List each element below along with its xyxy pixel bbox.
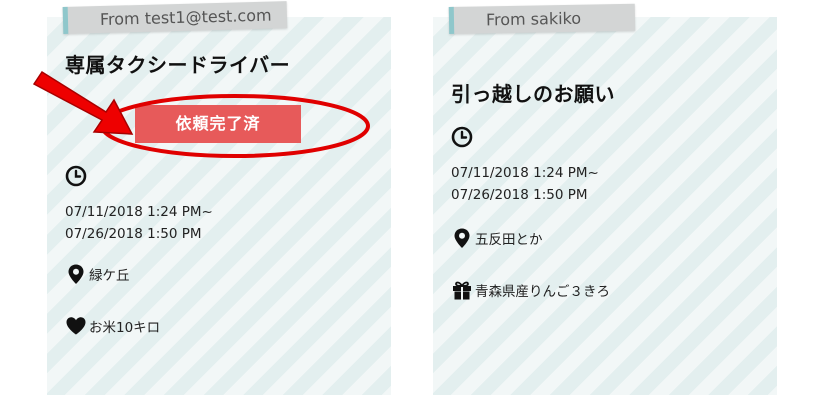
start-date: 07/11/2018 1:24 PM~	[65, 204, 213, 220]
reward-row: お米10キロ	[65, 315, 160, 337]
reward-text: 青森県産りんご３きろ	[475, 284, 610, 300]
from-tag: From sakiko	[448, 3, 636, 34]
date-range: 07/11/2018 1:24 PM~ 07/26/2018 1:50 PM	[65, 201, 213, 245]
location-text: 緑ケ丘	[89, 268, 130, 284]
location-pin-icon	[68, 264, 84, 284]
request-card-1[interactable]: From test1@test.com 専属タクシードライバー 依頼完了済 07…	[47, 1, 391, 395]
request-complete-button[interactable]: 依頼完了済	[135, 105, 301, 143]
location-row: 緑ケ丘	[65, 263, 130, 285]
gift-icon	[453, 281, 471, 300]
reward-row: 青森県産りんご３きろ	[451, 279, 610, 301]
request-card-2[interactable]: From sakiko 引っ越しのお願い 07/11/2018 1:24 PM~…	[433, 3, 777, 395]
location-pin-icon	[454, 228, 470, 248]
from-tag: From test1@test.com	[62, 1, 288, 34]
location-text: 五反田とか	[475, 232, 543, 248]
heart-icon	[66, 317, 86, 335]
reward-text: お米10キロ	[89, 320, 161, 336]
clock-icon	[65, 165, 87, 187]
card-title[interactable]: 専属タクシードライバー	[65, 49, 290, 78]
date-range: 07/11/2018 1:24 PM~ 07/26/2018 1:50 PM	[451, 162, 599, 206]
end-date: 07/26/2018 1:50 PM	[451, 187, 588, 203]
end-date: 07/26/2018 1:50 PM	[65, 226, 202, 242]
location-row: 五反田とか	[451, 227, 543, 249]
card-title[interactable]: 引っ越しのお願い	[451, 78, 615, 107]
start-date: 07/11/2018 1:24 PM~	[451, 165, 599, 181]
clock-icon	[451, 126, 473, 148]
